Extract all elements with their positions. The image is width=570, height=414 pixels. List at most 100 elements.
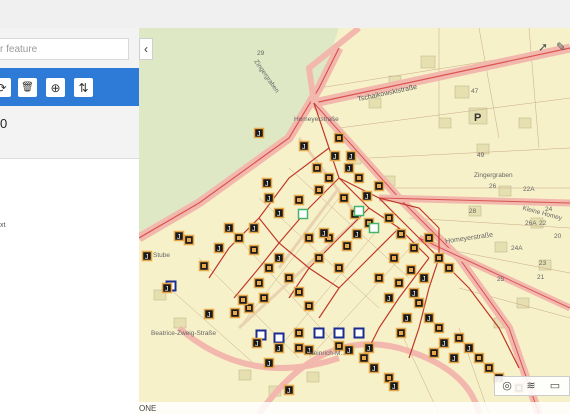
refresh-button[interactable]: ⟳	[0, 78, 11, 97]
feature-marker-core	[237, 236, 241, 240]
locate-icon: ◎	[502, 380, 512, 392]
map-credits: ONE	[139, 402, 570, 414]
search-input[interactable]: r feature	[0, 38, 129, 60]
feature-marker-core	[262, 296, 266, 300]
feature-marker-core	[317, 188, 321, 192]
feature-marker-glyph: J	[405, 316, 409, 323]
house-number-26: 26	[489, 183, 497, 190]
feature-marker-core	[437, 256, 441, 260]
feature-marker-glyph: J	[227, 226, 231, 233]
feature-marker-glyph: J	[347, 166, 351, 173]
feature-marker-core	[297, 346, 301, 350]
feature-marker-core	[315, 166, 319, 170]
feature-marker-glyph: J	[422, 276, 426, 283]
layers-button[interactable]: ≋	[523, 379, 539, 393]
house-number-26a: 26A	[525, 220, 537, 227]
feature-marker-core	[337, 266, 341, 270]
feature-marker-core	[387, 216, 391, 220]
feature-marker-glyph: J	[392, 384, 396, 391]
feature-marker-core	[257, 281, 261, 285]
feature-marker-glyph: J	[165, 286, 169, 293]
feature-marker-core	[432, 351, 436, 355]
street-label-homeyer-top: Homeyerstraße	[294, 116, 339, 123]
result-count: 0	[0, 116, 8, 131]
feature-marker-core	[437, 326, 441, 330]
search-placeholder: r feature	[0, 44, 38, 55]
feature-marker-core	[457, 336, 461, 340]
feature-marker-glyph: J	[355, 232, 359, 239]
feature-marker-glyph: J	[387, 296, 391, 303]
feature-marker[interactable]	[353, 327, 365, 339]
feature-marker-glyph: J	[442, 341, 446, 348]
house-number-20: 20	[554, 233, 562, 240]
feature-marker-glyph: J	[177, 234, 181, 241]
feature-marker-core	[397, 281, 401, 285]
label-stube: Stube	[153, 252, 170, 259]
feature-marker[interactable]	[313, 327, 325, 339]
feature-marker-core	[477, 356, 481, 360]
feature-marker-glyph: J	[277, 346, 281, 353]
app-top-strip	[0, 0, 570, 29]
feature-marker[interactable]	[353, 205, 365, 217]
zoom-icon: ⊕	[50, 80, 61, 95]
collapse-panel-button[interactable]: ‹	[139, 38, 153, 60]
feature-marker[interactable]	[368, 222, 380, 234]
feature-marker-glyph: J	[217, 246, 221, 253]
house-number-22: 22	[539, 220, 547, 227]
feature-marker[interactable]	[297, 208, 309, 220]
feature-marker-glyph: J	[349, 154, 353, 161]
cursor-tool[interactable]: ➚	[534, 38, 552, 56]
refresh-icon: ⟳	[0, 80, 7, 95]
feature-marker[interactable]	[333, 327, 345, 339]
feature-marker-core	[447, 266, 451, 270]
feature-marker-glyph: J	[257, 131, 261, 138]
house-number-47: 47	[471, 88, 479, 95]
sort-button[interactable]: ⇅	[74, 78, 93, 97]
map-view[interactable]: JJJJJJJJJJJJJJJJJJJJJJJJJJJJJJJJJJJJJ Ts…	[139, 28, 570, 414]
house-number-22a: 22A	[523, 186, 535, 193]
feature-marker[interactable]	[273, 332, 285, 344]
feature-marker-core	[487, 366, 491, 370]
locate-button[interactable]: ◎	[499, 379, 515, 393]
house-number-24a: 24A	[511, 245, 523, 252]
feature-marker-core	[377, 276, 381, 280]
house-number-23: 23	[539, 260, 547, 267]
feature-marker-core	[247, 306, 251, 310]
trash-icon: 🗑	[21, 82, 34, 93]
feature-marker-glyph: J	[302, 144, 306, 151]
feature-marker-core	[399, 232, 403, 236]
feature-marker-core	[357, 176, 361, 180]
feature-marker-glyph: J	[367, 346, 371, 353]
feature-marker-core	[202, 264, 206, 268]
feature-marker-core	[377, 184, 381, 188]
feature-marker-glyph: J	[265, 181, 269, 188]
feature-marker-core	[307, 304, 311, 308]
feature-marker-core	[241, 298, 245, 302]
panel-content	[0, 159, 139, 414]
feature-marker-core	[409, 268, 413, 272]
feature-marker-core	[297, 290, 301, 294]
feature-marker-core	[399, 331, 403, 335]
street-label-beatrice: Beatrice-Zweig-Straße	[151, 330, 217, 337]
basemap-icon: ▭	[549, 380, 561, 392]
feature-marker-core	[317, 256, 321, 260]
feature-marker-glyph: J	[255, 341, 259, 348]
feature-marker-glyph: J	[252, 226, 256, 233]
edit-tool[interactable]: ✎	[552, 38, 570, 56]
delete-button[interactable]: 🗑	[18, 78, 37, 97]
house-number-49: 49	[477, 152, 485, 159]
feature-marker-glyph: J	[372, 366, 376, 373]
feature-marker-core	[412, 246, 416, 250]
zoom-to-button[interactable]: ⊕	[46, 78, 65, 97]
basemap-button[interactable]: ▭	[547, 379, 563, 393]
feature-marker-core	[342, 196, 346, 200]
feature-marker-core	[287, 276, 291, 280]
feature-marker-core	[307, 236, 311, 240]
pencil-icon: ✎	[555, 40, 567, 54]
house-number-28: 28	[469, 208, 477, 215]
feature-marker-core	[233, 311, 237, 315]
feature-marker-core	[267, 266, 271, 270]
feature-marker-glyph: J	[467, 346, 471, 353]
map-canvas: JJJJJJJJJJJJJJJJJJJJJJJJJJJJJJJJJJJJJ	[139, 28, 570, 414]
feature-marker-glyph: J	[207, 312, 211, 319]
